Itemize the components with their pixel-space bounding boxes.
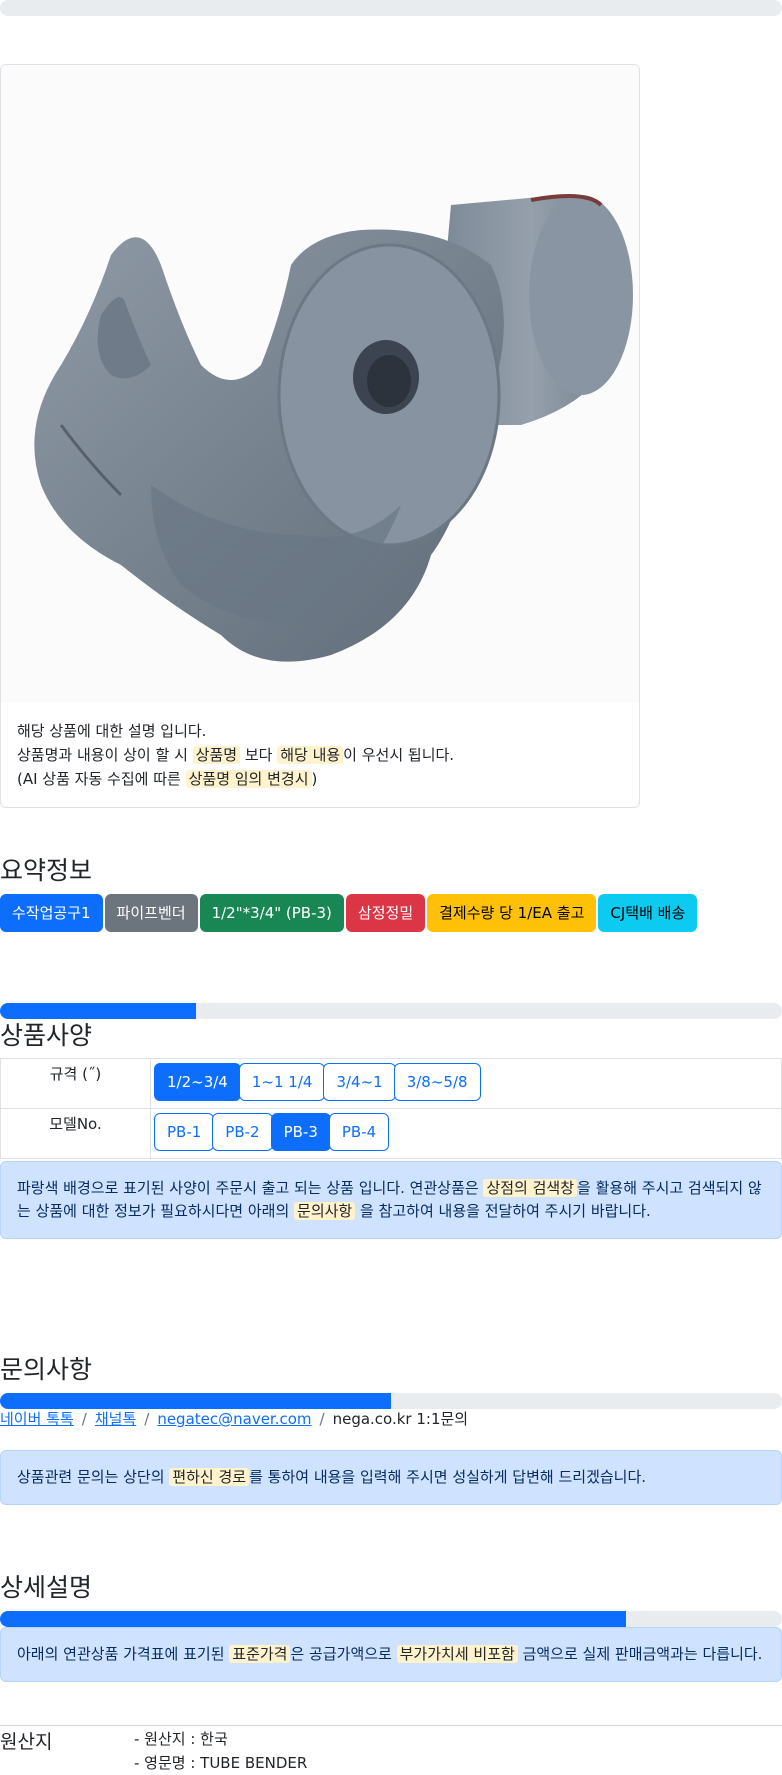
summary-badge: 파이프벤더 <box>104 894 198 932</box>
origin-divider <box>0 1725 782 1726</box>
summary-badge: CJ택배 배송 <box>598 894 698 932</box>
notice-text: 금액으로 실제 판매금액과는 다릅니다. <box>517 1645 763 1663</box>
channel-talk-link[interactable]: 채널톡 <box>95 1410 136 1428</box>
inquiry-links: 네이버 톡톡 / 채널톡 / negatec@naver.com / nega.co.kr … <box>0 1408 468 1429</box>
separator: / <box>319 1410 325 1428</box>
summary-badge: 삼정정밀 <box>345 894 426 932</box>
spec-table: 규격 (˝) 1/2~3/4 1~1 1/4 3/4~1 3/8~5/8 모델No. PB-… <box>0 1058 782 1159</box>
site-inquiry-text: nega.co.kr 1:1문의 <box>332 1410 469 1428</box>
notice-text: 을 참고하여 내용을 전달하여 주시기 바랍니다. <box>355 1202 651 1220</box>
spec-notice: 파랑색 배경으로 표기된 사양이 주문시 출고 되는 상품 입니다. 연관상품은… <box>0 1161 782 1239</box>
origin-label: 원산지 <box>0 1731 53 1753</box>
inquiry-progress-fill <box>0 1393 391 1409</box>
summary-title: 요약정보 <box>0 856 93 885</box>
desc-text: ) <box>311 770 318 788</box>
desc-text: 상품명과 내용이 상이 할 시 <box>17 746 193 764</box>
highlight: 상품명 임의 변경시 <box>185 770 312 788</box>
spec-option-button[interactable]: 1/2~3/4 <box>154 1063 241 1101</box>
desc-line-2: 상품명과 내용이 상이 할 시 상품명 보다 해당 내용 이 우선시 됩니다. <box>17 743 454 767</box>
spec-progress-bar <box>0 1003 782 1019</box>
origin-country: - 원산지 : 한국 <box>134 1730 228 1748</box>
inquiry-notice: 상품관련 문의는 상단의 편하신 경로 를 통하여 내용을 입력해 주시면 성실하… <box>0 1450 782 1505</box>
highlight: 상품명 <box>192 746 241 764</box>
spec-row-label: 규격 (˝) <box>0 1058 151 1109</box>
spec-row: 모델No. PB-1 PB-2 PB-3 PB-4 <box>0 1108 782 1159</box>
spec-options: 1/2~3/4 1~1 1/4 3/4~1 3/8~5/8 <box>150 1058 782 1109</box>
desc-line-1: 해당 상품에 대한 설명 입니다. <box>17 722 207 740</box>
highlight: 상점의 검색창 <box>483 1179 578 1197</box>
detail-progress-fill <box>0 1611 626 1627</box>
highlight: 편하신 경로 <box>169 1468 250 1486</box>
top-progress-bar <box>0 0 782 16</box>
product-card: 해당 상품에 대한 설명 입니다. 상품명과 내용이 상이 할 시 상품명 보다… <box>0 64 640 808</box>
desc-text: (AI 상품 자동 수집에 따른 <box>17 770 186 788</box>
notice-text: 상품관련 문의는 상단의 <box>17 1468 170 1486</box>
summary-badge: 수작업공구1 <box>0 894 103 932</box>
desc-text: 보다 <box>240 746 278 764</box>
highlight: 해당 내용 <box>277 746 344 764</box>
spec-title: 상품사양 <box>0 1021 93 1050</box>
naver-talk-link[interactable]: 네이버 톡톡 <box>0 1410 74 1428</box>
desc-line-3: (AI 상품 자동 수집에 따른 상품명 임의 변경시) <box>17 767 454 791</box>
detail-notice: 아래의 연관상품 가격표에 표기된 표준가격 은 공급가액으로 부가가치세 비포함… <box>0 1627 782 1682</box>
inquiry-progress-bar <box>0 1393 782 1409</box>
spec-row: 규격 (˝) 1/2~3/4 1~1 1/4 3/4~1 3/8~5/8 <box>0 1058 782 1109</box>
separator: / <box>81 1410 87 1428</box>
product-image <box>1 65 639 703</box>
spec-option-button[interactable]: PB-4 <box>328 1113 390 1151</box>
spec-row-label: 모델No. <box>0 1108 151 1159</box>
highlight: 문의사항 <box>294 1202 356 1220</box>
notice-text: 를 통하여 내용을 입력해 주시면 성실하게 답변해 드리겠습니다. <box>249 1468 647 1486</box>
inquiry-title: 문의사항 <box>0 1355 93 1384</box>
highlight: 표준가격 <box>229 1645 291 1663</box>
desc-text: 이 우선시 됩니다. <box>343 746 455 764</box>
spec-option-button[interactable]: PB-1 <box>154 1113 215 1151</box>
origin-english-name: - 영문명 : TUBE BENDER <box>134 1754 308 1772</box>
spec-option-button[interactable]: 3/8~5/8 <box>393 1063 481 1101</box>
spec-option-button[interactable]: 3/4~1 <box>323 1063 396 1101</box>
summary-badge: 결제수량 당 1/EA 출고 <box>427 894 597 932</box>
spec-options: PB-1 PB-2 PB-3 PB-4 <box>150 1108 782 1159</box>
summary-badge: 1/2"*3/4" (PB-3) <box>199 894 344 932</box>
notice-text: 파랑색 배경으로 표기된 사양이 주문시 출고 되는 상품 입니다. 연관상품은 <box>17 1179 484 1197</box>
email-link[interactable]: negatec@naver.com <box>157 1410 311 1428</box>
highlight: 부가가치세 비포함 <box>396 1645 518 1663</box>
origin-items: - 원산지 : 한국 - 영문명 : TUBE BENDER <box>134 1727 307 1775</box>
separator: / <box>144 1410 150 1428</box>
detail-progress-bar <box>0 1611 782 1627</box>
spec-option-button[interactable]: PB-3 <box>270 1113 331 1151</box>
spec-option-button[interactable]: PB-2 <box>212 1113 273 1151</box>
notice-text: 은 공급가액으로 <box>290 1645 397 1663</box>
detail-title: 상세설명 <box>0 1573 93 1602</box>
spec-option-button[interactable]: 1~1 1/4 <box>238 1063 326 1101</box>
notice-text: 아래의 연관상품 가격표에 표기된 <box>17 1645 230 1663</box>
summary-badges: 수작업공구1 파이프벤더 1/2"*3/4" (PB-3) 삼정정밀 결제수량 당 1/… <box>0 894 699 932</box>
product-description: 해당 상품에 대한 설명 입니다. 상품명과 내용이 상이 할 시 상품명 보다… <box>17 719 454 791</box>
